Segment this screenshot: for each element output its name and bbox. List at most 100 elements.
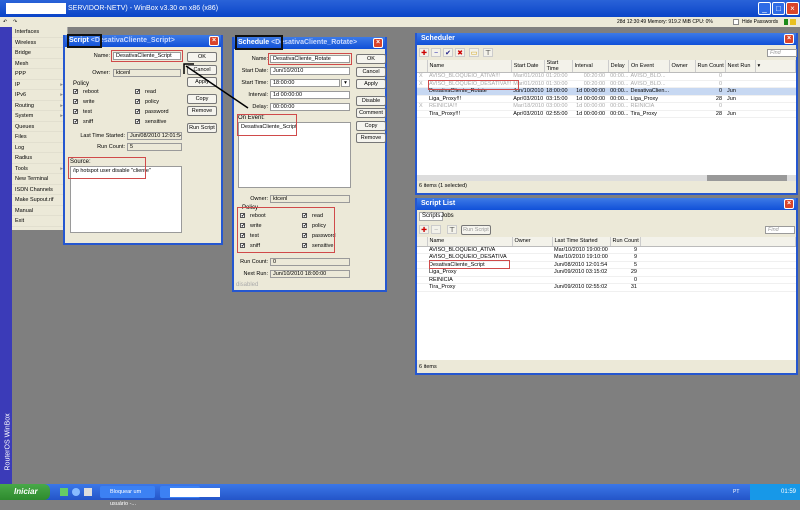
- maximize-button[interactable]: □: [772, 2, 785, 15]
- copy-button[interactable]: Copy: [356, 120, 386, 131]
- close-icon[interactable]: ×: [784, 199, 794, 209]
- table-row[interactable]: X AVISO_BLOQUEIO_ATIVA!!! Mar/01/2010 01:20…: [417, 72, 796, 81]
- policy-checkbox-write[interactable]: ✔ write: [73, 99, 95, 105]
- table-row[interactable]: AVISO_BLOQUEIO_ATIVA Mar/10/2010 19:00:00…: [417, 246, 796, 254]
- column-header[interactable]: Start Time: [544, 60, 573, 73]
- run-script-button[interactable]: Run Script: [461, 225, 491, 235]
- column-menu-icon[interactable]: [640, 237, 796, 247]
- close-button[interactable]: ×: [786, 2, 799, 15]
- start-button[interactable]: Iniciar: [0, 484, 50, 500]
- table-row[interactable]: X REINICIA!!! Mar/18/2010 03:00:00 1d 00:00:…: [417, 102, 796, 111]
- menu-item-bridge[interactable]: Bridge: [12, 48, 67, 59]
- column-header[interactable]: Run Count: [610, 237, 641, 247]
- menu-item-make-supout-rif[interactable]: Make Supout.rif: [12, 195, 67, 206]
- remove-button[interactable]: Remove: [356, 133, 386, 143]
- cell-event: REINICIA: [628, 102, 670, 111]
- menu-item-routing[interactable]: Routing ▸: [12, 101, 67, 111]
- menu-item-mesh[interactable]: Mesh: [12, 59, 67, 69]
- redo-icon[interactable]: ↷: [13, 17, 17, 27]
- find-input[interactable]: Find: [767, 49, 797, 57]
- enable-icon[interactable]: ✔: [443, 48, 453, 57]
- menu-item-interfaces[interactable]: Interfaces: [12, 27, 67, 38]
- table-row[interactable]: Tira_Proxy!!! Apr/03/2010 02:55:00 1d 00:00…: [417, 110, 796, 118]
- table-row[interactable]: Liga_Proxy!!! Apr/03/2010 03:15:00 1d 00:00…: [417, 95, 796, 103]
- column-header[interactable]: Start Date: [511, 60, 545, 73]
- menu-item-system[interactable]: System ▸: [12, 111, 67, 122]
- policy-checkbox-policy[interactable]: ✔ policy: [135, 99, 159, 105]
- menu-item-exit[interactable]: Exit: [12, 216, 67, 227]
- close-icon[interactable]: ×: [784, 34, 794, 44]
- add-icon[interactable]: ✚: [419, 48, 429, 57]
- menu-item-new-terminal[interactable]: New Terminal: [12, 174, 67, 185]
- menu-item-manual[interactable]: Manual: [12, 206, 67, 216]
- menu-item-wireless[interactable]: Wireless: [12, 38, 67, 48]
- policy-checkbox-reboot[interactable]: ✔ reboot: [73, 89, 99, 95]
- policy-checkbox-test[interactable]: ✔ test: [73, 109, 92, 115]
- cell-event: AVISO_BLO...: [628, 72, 670, 81]
- column-header[interactable]: Owner: [669, 60, 696, 73]
- disable-icon[interactable]: ✖: [455, 48, 465, 57]
- filter-icon[interactable]: ⊤: [483, 48, 493, 57]
- language-indicator[interactable]: PT: [733, 484, 739, 500]
- close-icon[interactable]: ×: [209, 36, 219, 46]
- start-date-field[interactable]: Jun/10/2010: [270, 67, 350, 75]
- filter-icon[interactable]: ⊤: [447, 225, 457, 234]
- add-icon[interactable]: ✚: [419, 225, 429, 234]
- menu-item-files[interactable]: Files: [12, 132, 67, 143]
- column-header[interactable]: Last Time Started: [552, 237, 611, 247]
- task-firefox[interactable]: Bloquear um usuário -...: [100, 486, 155, 507]
- task-winbox[interactable]: [160, 486, 220, 498]
- ok-button[interactable]: OK: [356, 54, 386, 64]
- column-menu-icon[interactable]: ▾: [755, 60, 796, 73]
- apply-button[interactable]: Apply: [356, 79, 386, 89]
- menu-item-isdn-channels[interactable]: ISDN Channels: [12, 185, 67, 195]
- menu-item-queues[interactable]: Queues: [12, 122, 67, 132]
- scheduler-title[interactable]: Scheduler ×: [417, 33, 796, 45]
- start-time-field[interactable]: 18:00:00: [270, 79, 340, 87]
- run-script-button[interactable]: Run Script: [187, 122, 217, 133]
- table-row[interactable]: Liga_Proxy Jun/09/2010 03:15:02 29: [417, 268, 796, 277]
- scrollbar-thumb[interactable]: [707, 175, 787, 181]
- menu-item-tools[interactable]: Tools ▸: [12, 164, 67, 174]
- menu-item-ipv6[interactable]: IPv6 ▸: [12, 90, 67, 101]
- menu-item-log[interactable]: Log: [12, 143, 67, 153]
- disable-button[interactable]: Disable: [356, 95, 386, 106]
- policy-checkbox-read[interactable]: ✔ read: [135, 89, 156, 95]
- horizontal-scrollbar[interactable]: [417, 175, 796, 181]
- column-header[interactable]: Interval: [572, 60, 609, 73]
- undo-icon[interactable]: ↶: [3, 17, 7, 27]
- remove-icon[interactable]: −: [431, 48, 441, 57]
- minimize-button[interactable]: _: [758, 2, 771, 15]
- show-desktop-icon[interactable]: [60, 488, 68, 496]
- menu-item-ppp[interactable]: PPP: [12, 69, 67, 80]
- column-header[interactable]: On Event: [628, 60, 670, 73]
- comment-button[interactable]: Comment: [356, 108, 386, 118]
- column-header[interactable]: Run Count: [695, 60, 726, 73]
- policy-checkbox-sniff[interactable]: ✔ sniff: [73, 119, 93, 125]
- start-time-dropdown[interactable]: ▾: [341, 79, 350, 87]
- hide-passwords-checkbox[interactable]: [733, 19, 739, 25]
- cell-delay: 00:00...: [608, 72, 629, 81]
- policy-checkbox-password[interactable]: ✔ password: [135, 109, 169, 115]
- interval-field[interactable]: 1d 00:00:00: [270, 91, 350, 99]
- column-header[interactable]: Next Run: [725, 60, 756, 73]
- menu-item-ip[interactable]: IP ▸: [12, 80, 67, 90]
- policy-checkbox-sensitive[interactable]: ✔ sensitive: [135, 119, 166, 125]
- tab-jobs[interactable]: Jobs: [439, 213, 456, 221]
- menu-item-radius[interactable]: Radius: [12, 153, 67, 164]
- table-row[interactable]: REINICIA 0: [417, 276, 796, 284]
- script-list-title[interactable]: Script List ×: [417, 198, 796, 210]
- column-header[interactable]: Owner: [512, 237, 553, 247]
- comment-icon[interactable]: ▭: [469, 48, 479, 57]
- column-header[interactable]: Name: [427, 60, 512, 73]
- quicklaunch-icon[interactable]: [84, 488, 92, 496]
- remove-icon[interactable]: −: [431, 225, 441, 234]
- close-icon[interactable]: ×: [373, 38, 383, 48]
- cancel-button[interactable]: Cancel: [356, 66, 386, 77]
- browser-icon[interactable]: [72, 488, 80, 496]
- column-header[interactable]: Name: [427, 237, 513, 247]
- delay-field[interactable]: 00:00:00: [270, 103, 350, 111]
- column-header[interactable]: Delay: [608, 60, 629, 73]
- table-row[interactable]: Tira_Proxy Jun/09/2010 02:55:02 31: [417, 283, 796, 292]
- find-input[interactable]: Find: [765, 226, 795, 234]
